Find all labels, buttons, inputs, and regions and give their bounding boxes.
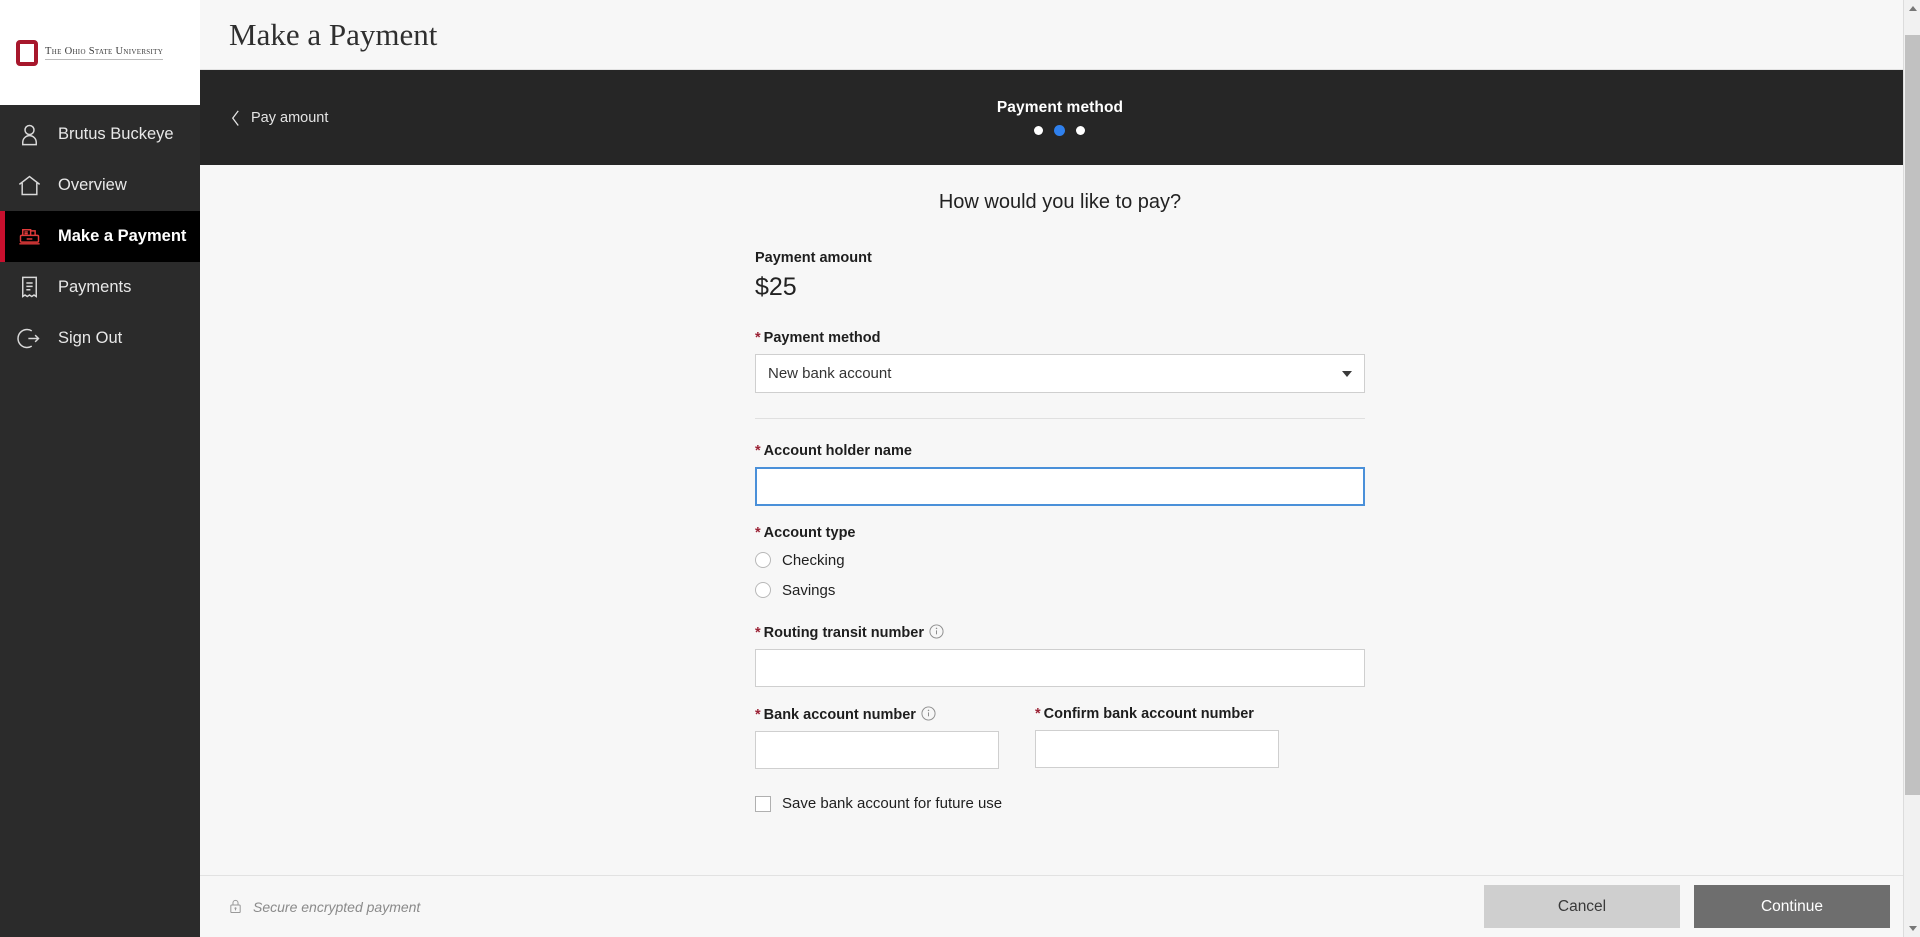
routing-transit-number-input[interactable] <box>755 649 1365 687</box>
sidebar-item-label: Sign Out <box>58 329 123 347</box>
sidebar-nav: Brutus Buckeye Overview Make a Payment P… <box>0 105 200 364</box>
step-dot-2-active <box>1054 125 1066 136</box>
chevron-down-icon <box>1342 370 1352 377</box>
section-divider <box>755 418 1365 419</box>
top-bar: Make a Payment <box>200 0 1920 70</box>
sidebar-item-label: Make a Payment <box>58 227 187 245</box>
routing-transit-number-label: * Routing transit number <box>755 624 1365 641</box>
info-icon[interactable] <box>929 624 944 639</box>
routing-transit-number-label-text: Routing transit number <box>763 625 924 641</box>
required-asterisk: * <box>1035 706 1041 722</box>
sidebar-item-overview[interactable]: Overview <box>0 160 200 211</box>
sidebar-item-label: Payments <box>58 278 132 296</box>
sidebar-item-payments[interactable]: Payments <box>0 262 200 313</box>
app-root: The Ohio State University Brutus Buckeye <box>0 0 1920 937</box>
step-indicator: Payment method <box>997 99 1123 136</box>
sidebar-item-label: Brutus Buckeye <box>58 125 174 143</box>
bank-account-number-label: * Bank account number <box>755 706 999 723</box>
sidebar-item-sign-out[interactable]: Sign Out <box>0 313 200 364</box>
radio-button[interactable] <box>755 552 771 568</box>
confirm-bank-account-number-label: * Confirm bank account number <box>1035 706 1279 722</box>
sidebar-item-make-a-payment[interactable]: Make a Payment <box>0 211 200 262</box>
cancel-button[interactable]: Cancel <box>1484 885 1680 928</box>
required-asterisk: * <box>755 707 761 723</box>
required-asterisk: * <box>755 625 761 641</box>
payment-method-selected-value: New bank account <box>768 365 892 382</box>
payment-amount-label: Payment amount <box>755 250 872 266</box>
back-to-pay-amount-link[interactable]: Pay amount <box>230 109 328 127</box>
account-type-option-label: Checking <box>782 551 845 569</box>
save-bank-account-checkbox-row[interactable]: Save bank account for future use <box>755 795 1365 812</box>
scroll-up-arrow[interactable] <box>1904 0 1920 17</box>
account-type-option-label: Savings <box>782 581 836 599</box>
footer-buttons: Cancel Continue <box>1484 885 1890 928</box>
main-pane: Make a Payment Pay amount Payment method <box>200 0 1920 937</box>
footer-bar: Secure encrypted payment Cancel Continue <box>200 875 1920 937</box>
required-asterisk: * <box>755 330 761 346</box>
checkbox[interactable] <box>755 795 771 812</box>
sidebar: The Ohio State University Brutus Buckeye <box>0 0 200 937</box>
payment-form: How would you like to pay? Payment amoun… <box>755 165 1365 812</box>
step-dots <box>997 125 1123 136</box>
payment-method-label: * Payment method <box>755 330 1365 346</box>
payment-method-label-text: Payment method <box>763 330 881 346</box>
ohio-state-o-icon <box>16 39 38 66</box>
bank-account-number-input[interactable] <box>755 731 999 769</box>
receipt-icon <box>16 274 43 301</box>
step-label: Payment method <box>996 99 1124 116</box>
confirm-bank-account-number-label-text: Confirm bank account number <box>1043 706 1254 722</box>
user-icon <box>16 121 43 148</box>
secure-payment-text: Secure encrypted payment <box>253 898 421 915</box>
account-holder-name-label-text: Account holder name <box>763 443 912 459</box>
lock-icon <box>228 898 243 915</box>
secure-payment-note: Secure encrypted payment <box>228 898 420 915</box>
back-link-label: Pay amount <box>251 109 329 126</box>
bank-account-number-field: * Bank account number <box>755 706 999 769</box>
brand-logo[interactable]: The Ohio State University <box>0 0 200 105</box>
scrollbar-thumb[interactable] <box>1905 35 1920 795</box>
scroll-down-arrow[interactable] <box>1904 920 1920 937</box>
payment-amount-value: $25 <box>755 273 797 301</box>
payment-method-select[interactable]: New bank account <box>755 354 1365 393</box>
account-type-option-savings[interactable]: Savings <box>755 575 1365 605</box>
required-asterisk: * <box>755 443 761 459</box>
save-bank-account-label: Save bank account for future use <box>782 795 1003 812</box>
step-dot-1 <box>1034 126 1044 135</box>
radio-button[interactable] <box>755 582 771 598</box>
sidebar-item-brutus-buckeye[interactable]: Brutus Buckeye <box>0 109 200 160</box>
step-bar: Pay amount Payment method <box>200 70 1920 165</box>
required-asterisk: * <box>755 525 761 541</box>
brand-logo-text: The Ohio State University <box>45 46 164 60</box>
info-icon[interactable] <box>921 706 936 721</box>
confirm-bank-account-number-field: * Confirm bank account number <box>1035 706 1279 769</box>
form-heading: How would you like to pay? <box>938 191 1182 213</box>
chevron-left-icon <box>230 109 241 127</box>
bank-account-number-label-text: Bank account number <box>763 707 916 723</box>
account-holder-name-field: * Account holder name <box>755 443 1365 506</box>
routing-transit-number-field: * Routing transit number <box>755 624 1365 687</box>
cash-register-icon <box>16 223 43 250</box>
continue-button[interactable]: Continue <box>1694 885 1890 928</box>
home-icon <box>16 172 43 199</box>
account-type-label-text: Account type <box>763 525 856 541</box>
form-content: How would you like to pay? Payment amoun… <box>200 165 1920 875</box>
account-holder-name-input[interactable] <box>755 467 1365 506</box>
confirm-bank-account-number-input[interactable] <box>1035 730 1279 768</box>
page-title: Make a Payment <box>229 16 438 52</box>
step-dot-3 <box>1076 126 1086 135</box>
account-holder-name-label: * Account holder name <box>755 443 1365 459</box>
account-type-label: * Account type <box>755 525 1365 541</box>
account-type-option-checking[interactable]: Checking <box>755 545 1365 575</box>
sidebar-item-label: Overview <box>58 176 127 194</box>
payment-method-field: * Payment method New bank account <box>755 330 1365 393</box>
account-type-field: * Account type Checking Savings <box>755 525 1365 605</box>
sign-out-icon <box>16 325 43 352</box>
page-scrollbar[interactable] <box>1903 0 1920 937</box>
bank-account-number-row: * Bank account number * Confirm bank acc… <box>755 706 1365 769</box>
